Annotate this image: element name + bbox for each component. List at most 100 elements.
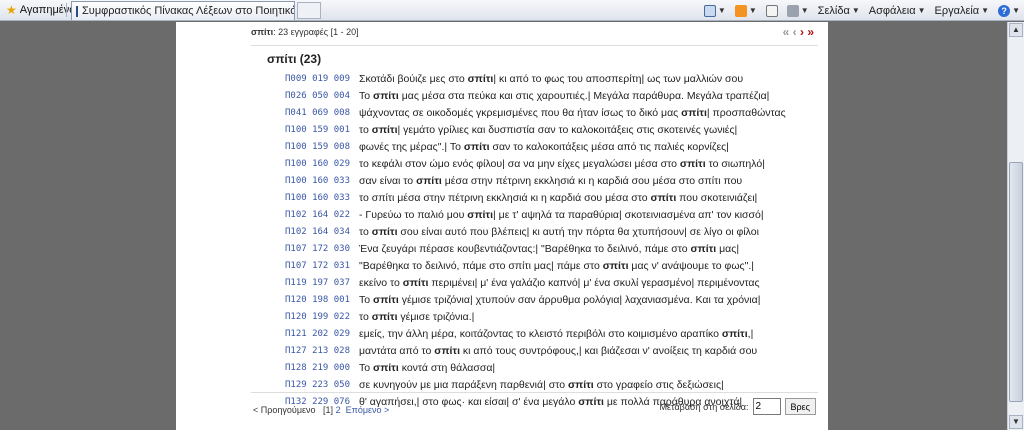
context-text: εκείνο το σπίτι περιμένει| μ' ένα γαλάζι… — [359, 275, 760, 292]
help-button[interactable]: ? ▼ — [998, 4, 1020, 17]
results-count: : 23 εγγραφές [1 - 20] — [273, 27, 359, 37]
keyword: σπίτι — [467, 209, 494, 221]
verse-reference[interactable]: Π119 197 037 — [285, 275, 359, 292]
help-icon: ? — [998, 4, 1011, 17]
page-menu[interactable]: Σελίδα ▼ — [818, 5, 860, 17]
vertical-scrollbar[interactable]: ▲ ▼ — [1007, 22, 1024, 430]
context-before: Το — [359, 294, 374, 306]
context-after: γέμισε τριζόνια| χτυπούν σαν άρρυθμα ρολ… — [398, 294, 761, 306]
context-after: | κι από το φως του αποσπερίτη| ως των μ… — [493, 73, 744, 85]
context-before: - Γυρεύω το παλιό μου — [359, 209, 468, 221]
keyword: σπίτι — [373, 362, 399, 374]
page-navigation-arrows: « ‹ › » — [783, 25, 814, 39]
keyword: σπίτι — [679, 158, 706, 170]
context-text: το σπίτι μέσα στην πέτρινη εκκλησιά κι η… — [359, 190, 757, 207]
previous-page-icon[interactable]: ‹ — [793, 25, 797, 39]
chevron-down-icon: ▼ — [1012, 6, 1020, 15]
verse-reference[interactable]: Π041 069 008 — [285, 105, 359, 122]
keyword: σπίτι — [690, 243, 717, 255]
context-after: σου είναι αυτό που βλέπεις| κι αυτή την … — [397, 226, 759, 238]
search-term: σπίτι — [251, 27, 274, 37]
last-page-icon[interactable]: » — [807, 25, 814, 39]
page-2-link[interactable]: 2 — [336, 405, 341, 415]
concordance-row: Π107 172 030 Ένα ζευγάρι πέρασε κουβεντιά… — [285, 241, 825, 258]
tab-title: Συμφραστικός Πίνακας Λέξεων στο Ποιητικό… — [82, 5, 295, 17]
context-before: το — [359, 311, 372, 323]
new-tab-button[interactable] — [297, 2, 321, 19]
scrollbar-thumb[interactable] — [1009, 162, 1023, 402]
context-before: εμείς, την άλλη μέρα, κοιτάζοντας το κλε… — [359, 328, 722, 340]
context-after: μας| — [716, 243, 740, 255]
verse-reference[interactable]: Π107 172 031 — [285, 258, 359, 275]
chevron-down-icon: ▼ — [851, 6, 860, 15]
verse-reference[interactable]: Π026 050 004 — [285, 88, 359, 105]
next-link[interactable]: Επόμενο > — [346, 405, 390, 415]
safety-menu[interactable]: Ασφάλεια ▼ — [869, 5, 926, 17]
context-after: κι από τους συντρόφους,| και βιάζεσαι ν'… — [460, 345, 758, 357]
keyword: σπίτι — [373, 294, 399, 306]
mail-button[interactable] — [765, 4, 778, 17]
keyword: σπίτι — [371, 124, 398, 136]
verse-reference[interactable]: Π120 199 022 — [285, 309, 359, 326]
context-before: το σπίτι μέσα στην πέτρινη εκκλησιά κι η… — [359, 192, 651, 204]
keyword: σπίτι — [467, 73, 494, 85]
context-after: περιμένει| μ' ένα γαλάζιο καπνό| μ' ένα … — [428, 277, 760, 289]
context-after: γέμισε τριζόνια.| — [397, 311, 475, 323]
next-page-icon[interactable]: › — [800, 25, 804, 39]
print-button[interactable]: ▼ — [786, 4, 809, 17]
keyword: σπίτι — [463, 141, 490, 153]
verse-reference[interactable]: Π100 160 029 — [285, 156, 359, 173]
verse-reference[interactable]: Π100 160 033 — [285, 173, 359, 190]
context-after: το σιωπηλό| — [705, 158, 765, 170]
verse-reference[interactable]: Π128 219 000 — [285, 360, 359, 377]
favorites-label: Αγαπημένα — [19, 4, 76, 16]
pagination-footer: < Προηγούμενο [1] 2 Επόμενο > Μετάβαση σ… — [251, 392, 818, 421]
context-after: σαν το καλοκοιτάξεις μέσα από τις παλιές… — [489, 141, 729, 153]
goto-page-input[interactable] — [752, 398, 781, 415]
browser-tab-active[interactable]: Συμφραστικός Πίνακας Λέξεων στο Ποιητικό… — [71, 1, 295, 20]
verse-reference[interactable]: Π102 164 034 — [285, 224, 359, 241]
home-button[interactable]: ▼ — [703, 4, 726, 17]
goto-button[interactable]: Βρες — [784, 398, 816, 415]
scroll-up-icon[interactable]: ▲ — [1009, 23, 1023, 37]
previous-link[interactable]: < Προηγούμενο — [253, 405, 316, 415]
concordance-row: Π107 172 031 "Βαρέθηκα το δειλινό, πάμε σ… — [285, 258, 825, 275]
safety-menu-label: Ασφάλεια — [868, 4, 916, 17]
context-text: Ένα ζευγάρι πέρασε κουβεντιάζοντας:| "Βα… — [359, 241, 739, 258]
verse-reference[interactable]: Π102 164 022 — [285, 207, 359, 224]
scroll-down-icon[interactable]: ▼ — [1009, 415, 1023, 429]
verse-reference[interactable]: Π127 213 028 — [285, 343, 359, 360]
concordance-row: Π026 050 004 Το σπίτι μας μέσα στα πεύκα … — [285, 88, 825, 105]
verse-reference[interactable]: Π107 172 030 — [285, 241, 359, 258]
concordance-row: Π100 160 033 το σπίτι μέσα στην πέτρινη ε… — [285, 190, 825, 207]
verse-reference[interactable]: Π100 159 008 — [285, 139, 359, 156]
first-page-icon[interactable]: « — [783, 25, 790, 39]
context-after: που σκοτεινιάζει| — [676, 192, 758, 204]
context-text: σαν είναι το σπίτι μέσα στην πέτρινη εκκ… — [359, 173, 742, 190]
verse-reference[interactable]: Π100 159 001 — [285, 122, 359, 139]
verse-reference[interactable]: Π121 202 029 — [285, 326, 359, 343]
feeds-button[interactable]: ▼ — [734, 4, 757, 17]
context-text: Σκοτάδι βούιζε μες στο σπίτι| κι από το … — [359, 71, 743, 88]
toolbar-divider — [66, 3, 67, 17]
favorites-button[interactable]: ★ Αγαπημένα — [2, 2, 80, 18]
context-before: φωνές της μέρας".| Το — [359, 141, 464, 153]
star-icon: ★ — [6, 3, 17, 17]
keyword: σπίτι — [371, 311, 398, 323]
verse-reference[interactable]: Π100 160 033 — [285, 190, 359, 207]
context-before: σε κυνηγούν με μια παράξενη παρθενιά| στ… — [359, 379, 568, 391]
context-text: εμείς, την άλλη μέρα, κοιτάζοντας το κλε… — [359, 326, 753, 343]
verse-reference[interactable]: Π120 198 001 — [285, 292, 359, 309]
verse-reference[interactable]: Π009 019 009 — [285, 71, 359, 88]
page-menu-label: Σελίδα — [817, 4, 850, 17]
context-text: Το σπίτι μας μέσα στα πεύκα και στις χαρ… — [359, 88, 769, 105]
tools-menu[interactable]: Εργαλεία ▼ — [934, 5, 989, 17]
concordance-row: Π102 164 034 το σπίτι σου είναι αυτό που … — [285, 224, 825, 241]
concordance-row: Π128 219 000 Το σπίτι κοντά στη θάλασσα| — [285, 360, 825, 377]
tools-menu-label: Εργαλεία — [934, 4, 980, 17]
keyword: σπίτι — [416, 175, 442, 187]
context-before: το κεφάλι στον ώμο ενός φίλου| σα να μην… — [359, 158, 680, 170]
context-text: το σπίτι γέμισε τριζόνια.| — [359, 309, 474, 326]
results-header: σπίτι: 23 εγγραφές [1 - 20] « ‹ › » — [251, 25, 818, 46]
context-text: το σπίτι σου είναι αυτό που βλέπεις| κι … — [359, 224, 759, 241]
